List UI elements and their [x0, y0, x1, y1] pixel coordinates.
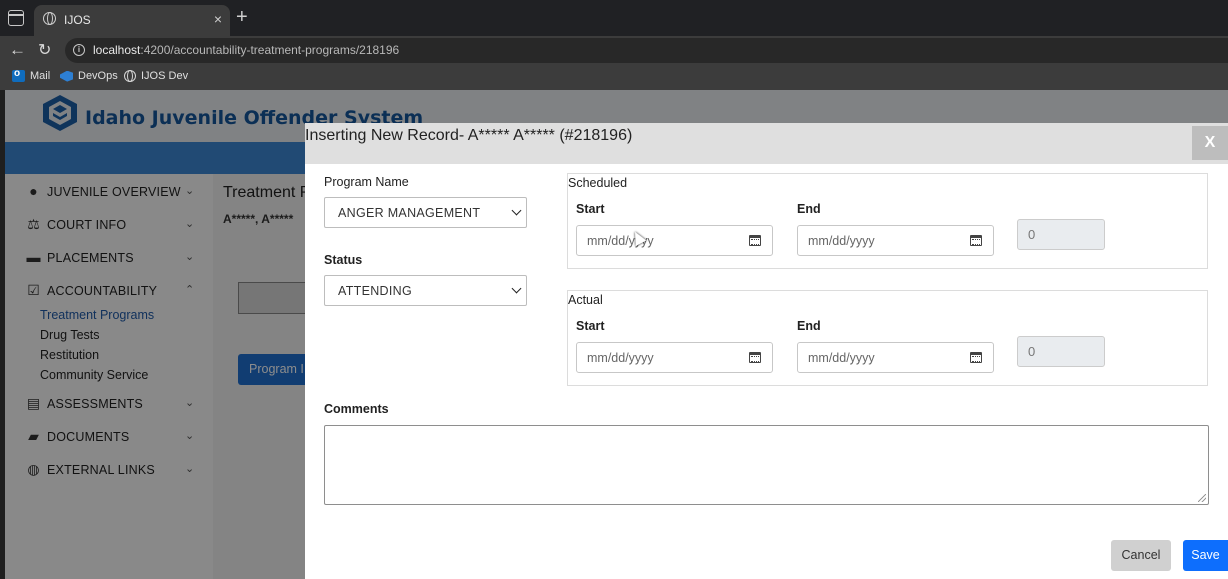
globe-icon	[43, 12, 56, 25]
comments-textarea[interactable]	[324, 425, 1209, 505]
date-placeholder: mm/dd/yyyy	[808, 234, 875, 248]
date-placeholder: mm/dd/yyyy	[587, 351, 654, 365]
scheduled-end-date-input[interactable]: mm/dd/yyyy	[797, 225, 994, 256]
back-arrow-icon[interactable]: ←	[9, 40, 26, 60]
comments-label: Comments	[324, 402, 389, 416]
status-select[interactable]: ATTENDING	[324, 275, 527, 306]
actual-start-label: Start	[576, 319, 605, 333]
globe-icon	[124, 70, 136, 83]
devops-icon	[60, 70, 73, 82]
calendar-icon[interactable]	[970, 352, 982, 363]
reload-icon[interactable]: ↻	[38, 40, 51, 60]
bookmark-mail[interactable]: Mail	[12, 68, 50, 83]
site-info-icon[interactable]: i	[73, 44, 85, 56]
status-value: ATTENDING	[338, 284, 412, 298]
tab-title: IJOS	[64, 13, 91, 27]
url-text: localhost:4200/accountability-treatment-…	[93, 43, 400, 57]
actual-days-field: 0	[1017, 336, 1105, 367]
bookmarks-bar: Mail DevOps IJOS Dev	[0, 65, 1228, 90]
program-name-select[interactable]: ANGER MANAGEMENT	[324, 197, 527, 228]
modal-header: Inserting New Record- A***** A***** (#21…	[305, 123, 1228, 164]
calendar-icon[interactable]	[749, 352, 761, 363]
actual-end-date-input[interactable]: mm/dd/yyyy	[797, 342, 994, 373]
outlook-icon	[12, 68, 25, 83]
calendar-icon[interactable]	[970, 235, 982, 246]
scheduled-end-label: End	[797, 202, 821, 216]
insert-record-modal: Inserting New Record- A***** A***** (#21…	[305, 123, 1228, 579]
calendar-icon[interactable]	[749, 235, 761, 246]
scheduled-start-date-input[interactable]: mm/dd/yyyy	[576, 225, 773, 256]
new-tab-icon[interactable]: +	[236, 7, 248, 27]
cancel-button[interactable]: Cancel	[1111, 540, 1171, 571]
modal-title: Inserting New Record- A***** A***** (#21…	[305, 127, 633, 144]
program-name-value: ANGER MANAGEMENT	[338, 206, 481, 220]
tab-actions-icon[interactable]	[8, 10, 24, 26]
scheduled-days-field: 0	[1017, 219, 1105, 250]
actual-legend: Actual	[568, 293, 603, 307]
date-placeholder: mm/dd/yyyy	[808, 351, 875, 365]
browser-address-bar: ← ↻ i localhost:4200/accountability-trea…	[0, 36, 1228, 65]
browser-tab[interactable]: IJOS ×	[34, 5, 230, 36]
chevron-down-icon	[511, 205, 522, 216]
scheduled-start-label: Start	[576, 202, 605, 216]
chevron-down-icon	[511, 283, 522, 294]
scheduled-legend: Scheduled	[568, 176, 628, 190]
close-modal-button[interactable]: X	[1192, 126, 1228, 160]
bookmark-devops[interactable]: DevOps	[60, 70, 118, 82]
program-name-label: Program Name	[324, 175, 409, 189]
actual-end-label: End	[797, 319, 821, 333]
resize-handle-icon[interactable]	[1198, 494, 1206, 502]
bookmark-ijos-dev[interactable]: IJOS Dev	[124, 70, 188, 83]
status-label: Status	[324, 253, 363, 267]
actual-start-date-input[interactable]: mm/dd/yyyy	[576, 342, 773, 373]
close-tab-icon[interactable]: ×	[214, 11, 222, 27]
browser-tab-bar: IJOS × +	[0, 0, 1228, 36]
url-input[interactable]: i localhost:4200/accountability-treatmen…	[65, 38, 1228, 63]
save-button[interactable]: Save	[1183, 540, 1228, 571]
